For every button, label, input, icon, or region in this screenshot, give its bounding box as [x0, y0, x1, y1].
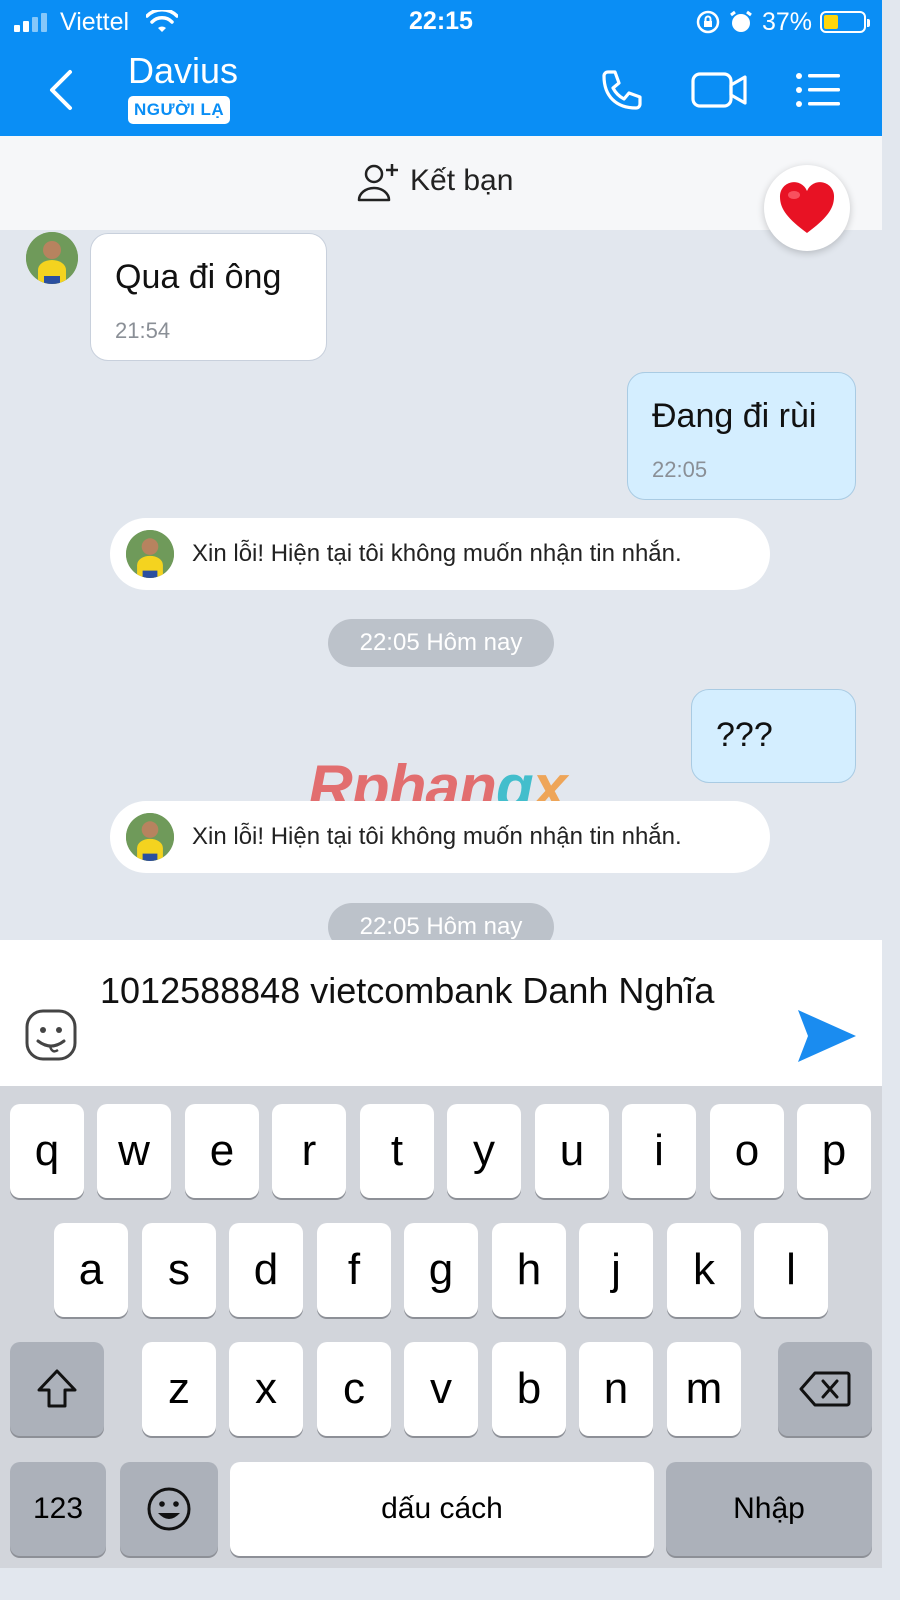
add-friend-bar[interactable]: Kết bạn	[0, 136, 882, 230]
phone-icon[interactable]	[596, 66, 646, 116]
message-time: 22:05	[652, 457, 708, 482]
emoji-key[interactable]	[120, 1462, 218, 1556]
key-p[interactable]: p	[797, 1104, 871, 1198]
key-c[interactable]: c	[317, 1342, 391, 1436]
key-u[interactable]: u	[535, 1104, 609, 1198]
space-key[interactable]: dấu cách	[230, 1462, 654, 1556]
key-d[interactable]: d	[229, 1223, 303, 1317]
status-bar: Viettel 22:15 37%	[0, 0, 882, 44]
keyboard: q w e r t y u i o p a s d f g h j k l z …	[0, 1086, 882, 1568]
system-auto-reply: Xin lỗi! Hiện tại tôi không muốn nhận ti…	[110, 518, 770, 590]
heart-icon	[779, 182, 835, 233]
key-m[interactable]: m	[667, 1342, 741, 1436]
sticker-icon[interactable]	[24, 1008, 78, 1062]
key-l[interactable]: l	[754, 1223, 828, 1317]
key-t[interactable]: t	[360, 1104, 434, 1198]
numbers-key[interactable]: 123	[10, 1462, 106, 1556]
alarm-icon	[730, 10, 752, 32]
key-r[interactable]: r	[272, 1104, 346, 1198]
message-text: ???	[716, 716, 773, 754]
key-v[interactable]: v	[404, 1342, 478, 1436]
system-message-text: Xin lỗi! Hiện tại tôi không muốn nhận ti…	[192, 823, 682, 850]
battery-percent: 37%	[761, 8, 812, 36]
message-time: 21:54	[115, 318, 171, 343]
key-s[interactable]: s	[142, 1223, 216, 1317]
video-call-icon[interactable]	[690, 68, 750, 112]
outgoing-message[interactable]: ???	[691, 689, 856, 783]
system-message-text: Xin lỗi! Hiện tại tôi không muốn nhận ti…	[192, 540, 682, 567]
key-z[interactable]: z	[142, 1342, 216, 1436]
return-key[interactable]: Nhập	[666, 1462, 872, 1556]
back-arrow-icon[interactable]	[44, 68, 80, 112]
menu-icon[interactable]	[794, 70, 842, 110]
key-o[interactable]: o	[710, 1104, 784, 1198]
chat-header: Viettel 22:15 37% Davius NGƯỜI LẠ	[0, 0, 882, 136]
message-text: Đang đi rùi	[652, 397, 817, 435]
incoming-message[interactable]: Qua đi ông 21:54	[90, 233, 327, 361]
stranger-badge: NGƯỜI LẠ	[128, 96, 231, 124]
add-friend-label: Kết bạn	[410, 164, 514, 197]
emoji-icon	[147, 1487, 191, 1531]
backspace-key[interactable]	[778, 1342, 872, 1436]
key-g[interactable]: g	[404, 1223, 478, 1317]
message-text: Qua đi ông	[115, 258, 282, 296]
key-h[interactable]: h	[492, 1223, 566, 1317]
key-a[interactable]: a	[54, 1223, 128, 1317]
key-q[interactable]: q	[10, 1104, 84, 1198]
rotation-lock-icon	[696, 10, 720, 34]
contact-name[interactable]: Davius	[128, 50, 238, 92]
backspace-icon	[799, 1371, 851, 1407]
key-b[interactable]: b	[492, 1342, 566, 1436]
add-friend-icon	[357, 164, 398, 202]
shift-key[interactable]	[10, 1342, 104, 1436]
key-w[interactable]: w	[97, 1104, 171, 1198]
key-e[interactable]: e	[185, 1104, 259, 1198]
contact-avatar	[126, 530, 174, 578]
outgoing-message[interactable]: Đang đi rùi 22:05	[627, 372, 856, 500]
contact-avatar	[126, 813, 174, 861]
shift-icon	[37, 1369, 77, 1408]
key-i[interactable]: i	[622, 1104, 696, 1198]
system-auto-reply: Xin lỗi! Hiện tại tôi không muốn nhận ti…	[110, 801, 770, 873]
message-input[interactable]: 1012588848 vietcombank Danh Nghĩa	[100, 968, 740, 1014]
message-composer: 1012588848 vietcombank Danh Nghĩa	[0, 940, 882, 1086]
send-icon[interactable]	[796, 1006, 858, 1066]
key-n[interactable]: n	[579, 1342, 653, 1436]
key-j[interactable]: j	[579, 1223, 653, 1317]
date-separator: 22:05 Hôm nay	[328, 619, 554, 667]
battery-icon	[820, 11, 870, 33]
key-k[interactable]: k	[667, 1223, 741, 1317]
key-f[interactable]: f	[317, 1223, 391, 1317]
heart-reaction-button[interactable]	[764, 165, 850, 251]
key-y[interactable]: y	[447, 1104, 521, 1198]
contact-avatar[interactable]	[26, 232, 78, 284]
key-x[interactable]: x	[229, 1342, 303, 1436]
